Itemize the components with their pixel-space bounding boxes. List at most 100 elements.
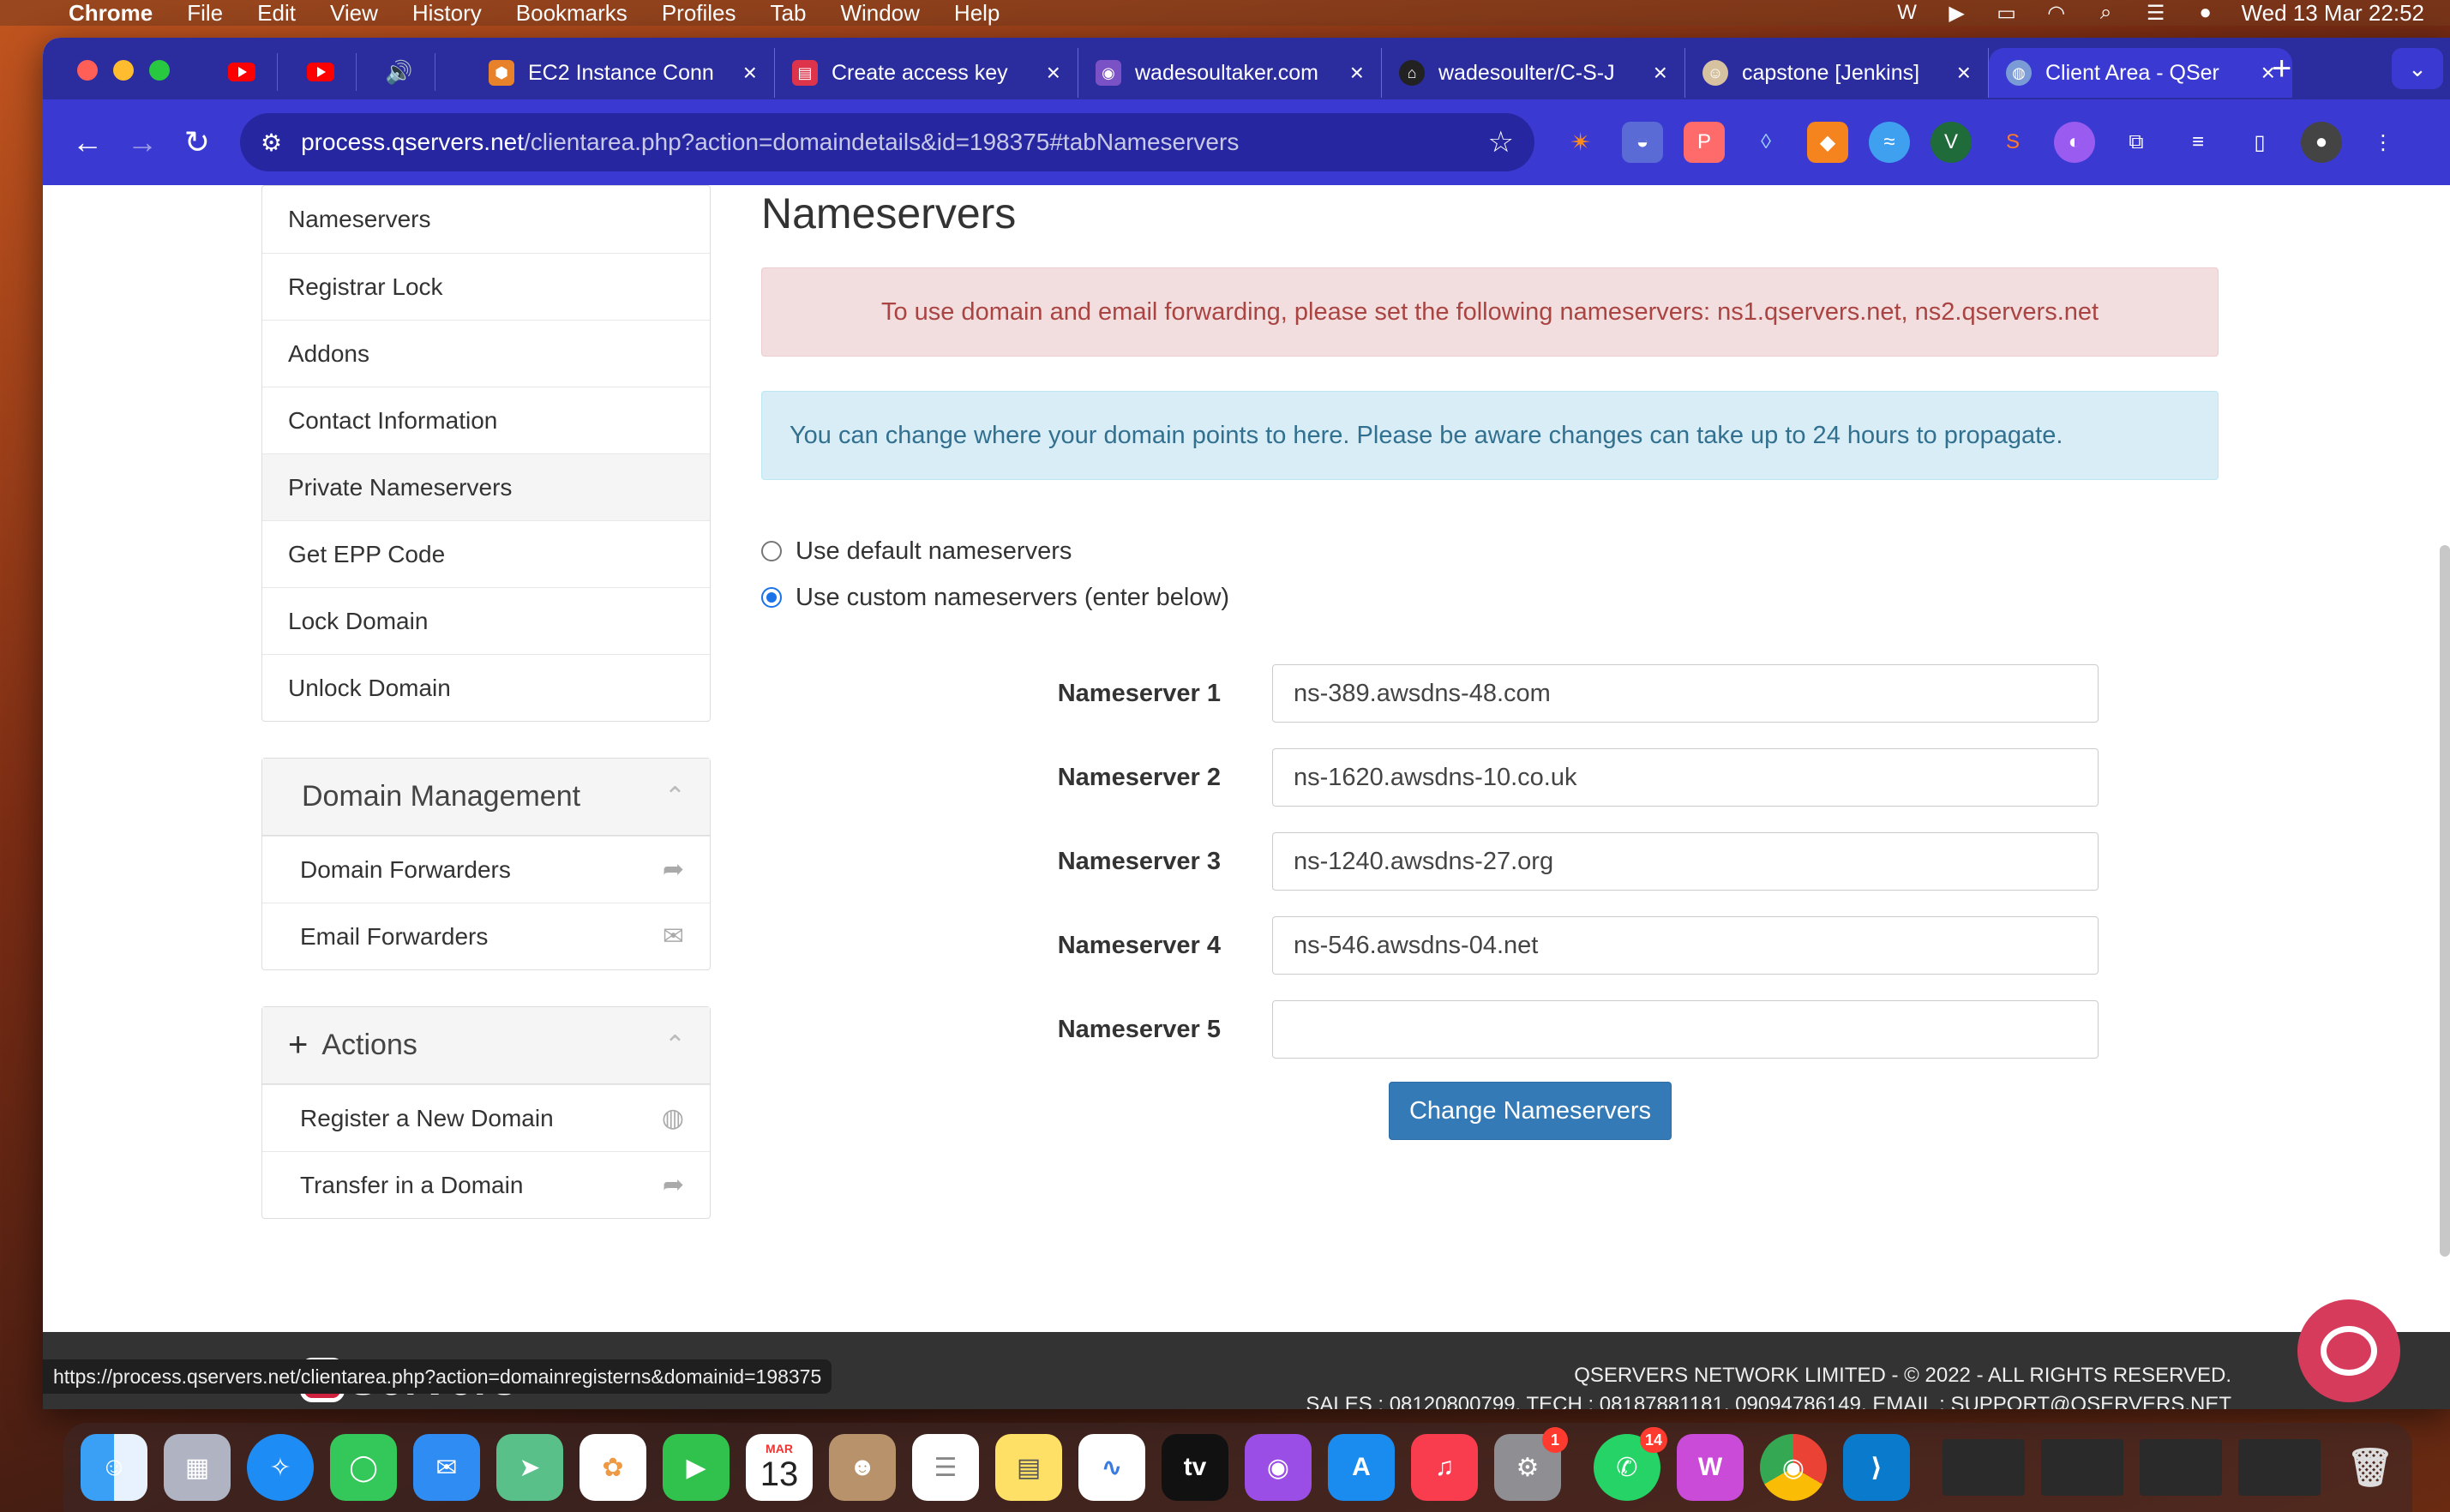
close-tab-icon[interactable]: ×	[743, 59, 757, 87]
site-settings-icon[interactable]: ⚙	[261, 129, 282, 157]
zoom-window-button[interactable]	[149, 60, 170, 81]
radio-custom-nameservers[interactable]	[761, 587, 782, 608]
wifi-icon[interactable]: ◠	[2043, 2, 2070, 25]
extension-ghost-icon[interactable]: ◒	[1622, 122, 1663, 163]
new-tab-button[interactable]: +	[2272, 50, 2291, 88]
menu-profiles[interactable]: Profiles	[645, 0, 754, 27]
extensions-puzzle-icon[interactable]: ⧉	[2116, 122, 2157, 163]
chevron-up-icon[interactable]: ⌃	[664, 782, 686, 812]
radio-default-label[interactable]: Use default nameservers	[796, 537, 1072, 566]
chevron-up-icon[interactable]: ⌃	[664, 1030, 686, 1060]
menu-app-name[interactable]: Chrome	[51, 0, 170, 27]
freeform-icon[interactable]: ∿	[1078, 1434, 1145, 1501]
actions-heading[interactable]: + Actions ⌃	[262, 1007, 710, 1084]
safari-icon[interactable]: ✧	[247, 1434, 314, 1501]
pinned-tab-youtube-2[interactable]	[285, 53, 357, 91]
notes-icon[interactable]: ▤	[995, 1434, 1062, 1501]
calendar-icon[interactable]: MAR 13	[746, 1434, 813, 1501]
pinned-tab-audio[interactable]: 🔊	[363, 53, 435, 91]
tab-jenkins-capstone[interactable]: ☺ capstone [Jenkins] ×	[1685, 48, 1989, 98]
close-window-button[interactable]	[77, 60, 98, 81]
reminders-icon[interactable]: ☰	[912, 1434, 979, 1501]
tab-search-chevron-down-icon[interactable]: ⌄	[2392, 48, 2443, 89]
domain-management-heading[interactable]: Domain Management ⌃	[262, 759, 710, 836]
extension-p-icon[interactable]: P	[1684, 122, 1725, 163]
menu-tab[interactable]: Tab	[754, 0, 824, 27]
tab-create-access-key[interactable]: ▤ Create access key ×	[775, 48, 1078, 98]
menu-history[interactable]: History	[395, 0, 499, 27]
sidebar-item-lock-domain[interactable]: Lock Domain	[262, 587, 710, 654]
sidebar-item-unlock-domain[interactable]: Unlock Domain	[262, 654, 710, 721]
sidebar-item-get-epp-code[interactable]: Get EPP Code	[262, 520, 710, 587]
nameserver-5-input[interactable]	[1272, 1000, 2099, 1059]
minimized-window-thumbnail-1[interactable]	[1943, 1439, 2025, 1496]
finder-icon[interactable]: ☺	[81, 1434, 147, 1501]
launchpad-icon[interactable]: ▦	[164, 1434, 231, 1501]
live-chat-button[interactable]	[2297, 1299, 2400, 1402]
sidebar-item-domain-forwarders[interactable]: Domain Forwarders ➦	[262, 836, 710, 903]
radio-row-custom[interactable]: Use custom nameservers (enter below)	[761, 574, 2219, 621]
reading-list-icon[interactable]: ≡	[2177, 122, 2219, 163]
bookmark-star-icon[interactable]: ☆	[1488, 125, 1514, 159]
facetime-icon[interactable]: ▶	[663, 1434, 730, 1501]
messages-icon[interactable]: ◯	[330, 1434, 397, 1501]
page-scrollbar[interactable]	[2440, 545, 2450, 1257]
extension-metamask-icon[interactable]: ◆	[1807, 122, 1848, 163]
sidebar-item-nameservers[interactable]: Nameservers	[262, 186, 710, 253]
music-icon[interactable]: ♫	[1411, 1434, 1478, 1501]
sidebar-item-transfer-domain[interactable]: Transfer in a Domain ➦	[262, 1151, 710, 1218]
address-bar[interactable]: ⚙ process.qservers.net/clientarea.php?ac…	[240, 113, 1534, 171]
photos-icon[interactable]: ✿	[579, 1434, 646, 1501]
apple-tv-icon[interactable]: tv	[1162, 1434, 1228, 1501]
battery-icon[interactable]: ▭	[1993, 2, 2021, 25]
search-icon[interactable]: ⌕	[2093, 1, 2120, 24]
sidebar-item-email-forwarders[interactable]: Email Forwarders ✉	[262, 903, 710, 969]
extension-s-icon[interactable]: S	[1992, 122, 2033, 163]
close-tab-icon[interactable]: ×	[1047, 59, 1060, 87]
menu-bar-clock[interactable]: Wed 13 Mar 22:52	[2242, 0, 2424, 27]
trash-icon[interactable]: 🗑	[2337, 1434, 2404, 1501]
radio-default-nameservers[interactable]	[761, 541, 782, 561]
radio-custom-label[interactable]: Use custom nameservers (enter below)	[796, 584, 1229, 612]
minimized-window-thumbnail-4[interactable]	[2238, 1439, 2321, 1496]
chrome-icon[interactable]: ◉	[1760, 1434, 1827, 1501]
reload-button[interactable]: ↻	[170, 115, 225, 170]
menu-file[interactable]: File	[170, 0, 240, 27]
minimized-window-thumbnail-3[interactable]	[2140, 1439, 2222, 1496]
sidebar-item-addons[interactable]: Addons	[262, 320, 710, 387]
close-tab-icon[interactable]: ×	[1654, 59, 1667, 87]
close-tab-icon[interactable]: ×	[1350, 59, 1364, 87]
wps-icon[interactable]: W	[1894, 1, 1921, 24]
menu-edit[interactable]: Edit	[240, 0, 313, 27]
wps-office-icon[interactable]: W	[1677, 1434, 1744, 1501]
system-settings-icon[interactable]: ⚙ 1	[1494, 1427, 1568, 1501]
contacts-icon[interactable]: ☻	[829, 1434, 896, 1501]
change-nameservers-button[interactable]: Change Nameservers	[1389, 1082, 1672, 1140]
menu-view[interactable]: View	[313, 0, 395, 27]
extension-drop-icon[interactable]: ◊	[1745, 122, 1786, 163]
nameserver-3-input[interactable]	[1272, 832, 2099, 891]
nameserver-1-input[interactable]	[1272, 664, 2099, 723]
maps-icon[interactable]: ➤	[496, 1434, 563, 1501]
whatsapp-icon[interactable]: ✆ 14	[1594, 1427, 1667, 1501]
close-tab-icon[interactable]: ×	[1957, 59, 1971, 87]
sidebar-item-registrar-lock[interactable]: Registrar Lock	[262, 253, 710, 320]
mail-icon[interactable]: ✉	[413, 1434, 480, 1501]
extension-moon-icon[interactable]: ◐	[2054, 122, 2095, 163]
extension-spark-icon[interactable]: ✴	[1560, 122, 1601, 163]
play-icon[interactable]: ▶	[1943, 2, 1971, 25]
minimized-window-thumbnail-2[interactable]	[2041, 1439, 2123, 1496]
pinned-tab-youtube-1[interactable]	[206, 53, 278, 91]
podcasts-icon[interactable]: ◉	[1245, 1434, 1312, 1501]
control-center-icon[interactable]: ☰	[2142, 2, 2170, 25]
siri-icon[interactable]: ●	[2192, 1, 2219, 24]
menu-window[interactable]: Window	[823, 0, 936, 27]
sidebar-item-private-nameservers[interactable]: Private Nameservers	[262, 453, 710, 520]
extension-wave-icon[interactable]: ≈	[1869, 122, 1910, 163]
radio-row-default[interactable]: Use default nameservers	[761, 528, 2219, 574]
more-menu-icon[interactable]: ⋮	[2363, 122, 2404, 163]
forward-button[interactable]: →	[115, 115, 170, 170]
app-store-icon[interactable]: A	[1328, 1434, 1395, 1501]
menu-help[interactable]: Help	[937, 0, 1017, 27]
tab-wadesoultaker[interactable]: ◉ wadesoultaker.com ×	[1078, 48, 1382, 98]
